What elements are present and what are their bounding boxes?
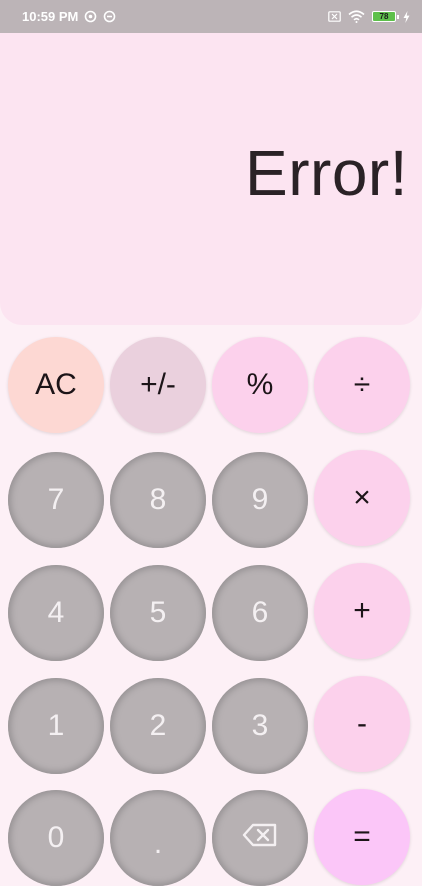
- plus-button[interactable]: +: [314, 563, 410, 659]
- digit-1-button[interactable]: 1: [8, 678, 104, 774]
- divide-button[interactable]: ÷: [314, 337, 410, 433]
- status-time: 10:59 PM: [22, 9, 79, 24]
- calculator-display: Error!: [0, 33, 422, 325]
- equals-button[interactable]: =: [314, 789, 410, 885]
- digit-4-button[interactable]: 4: [8, 565, 104, 661]
- digit-5-button[interactable]: 5: [110, 565, 206, 661]
- digit-3-button[interactable]: 3: [212, 678, 308, 774]
- display-result: Error!: [245, 137, 408, 209]
- backspace-icon: [242, 821, 278, 855]
- status-bar: 10:59 PM 78: [0, 0, 422, 33]
- battery-level: 78: [379, 11, 389, 21]
- plus-minus-button[interactable]: +/-: [110, 337, 206, 433]
- digit-2-button[interactable]: 2: [110, 678, 206, 774]
- digit-7-button[interactable]: 7: [8, 452, 104, 548]
- backspace-button[interactable]: [212, 790, 308, 886]
- digit-6-button[interactable]: 6: [212, 565, 308, 661]
- wifi-icon: [348, 10, 365, 23]
- minus-button[interactable]: -: [314, 676, 410, 772]
- charging-bolt-icon: [403, 10, 410, 23]
- ac-button[interactable]: AC: [8, 337, 104, 433]
- digit-0-button[interactable]: 0: [8, 790, 104, 886]
- sync-icon: [103, 10, 116, 23]
- multiply-button[interactable]: ×: [314, 450, 410, 546]
- decimal-label: .: [153, 827, 163, 860]
- sync-icon: [84, 10, 97, 23]
- battery-icon: 78: [372, 11, 399, 22]
- digit-9-button[interactable]: 9: [212, 452, 308, 548]
- percent-button[interactable]: %: [212, 337, 308, 433]
- digit-8-button[interactable]: 8: [110, 452, 206, 548]
- decimal-button[interactable]: .: [110, 790, 206, 886]
- no-sim-icon: [328, 11, 341, 22]
